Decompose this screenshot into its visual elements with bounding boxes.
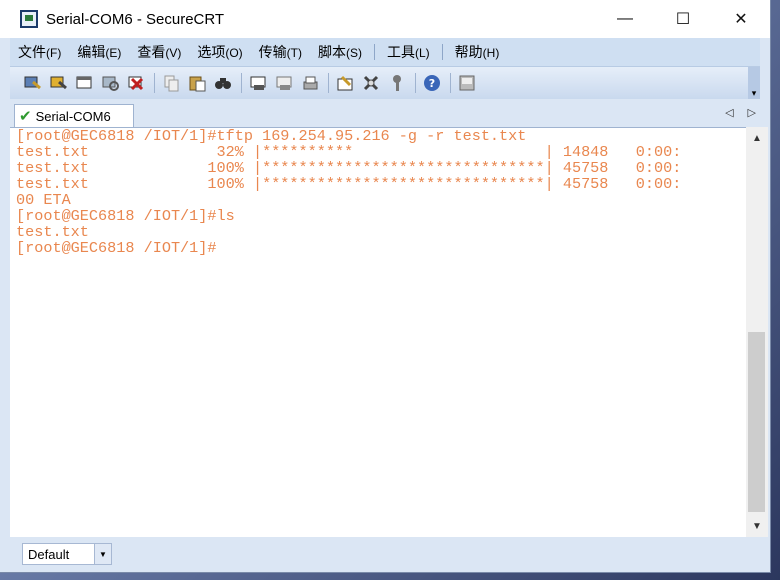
window-controls: — ☐ ✕: [596, 0, 770, 38]
menu-view-accel: (V): [165, 46, 182, 60]
securecrt-window: Serial-COM6 - SecureCRT — ☐ ✕ 文件 (F) 编辑 (E…: [0, 0, 770, 572]
toolbar: ? ▾: [10, 67, 760, 99]
menu-help[interactable]: 帮助 (H): [447, 42, 508, 62]
scroll-up-icon[interactable]: ▲: [746, 129, 768, 147]
chevron-down-icon[interactable]: ▼: [94, 544, 111, 564]
svg-text:?: ?: [429, 77, 435, 90]
title-bar[interactable]: Serial-COM6 - SecureCRT — ☐ ✕: [0, 0, 770, 38]
menu-file-label: 文件: [18, 44, 46, 60]
find-icon[interactable]: [213, 73, 233, 93]
menu-edit-accel: (E): [105, 46, 122, 60]
terminal-line: test.txt 100% |*************************…: [16, 175, 682, 193]
menu-edit-label: 编辑: [77, 44, 106, 60]
tab-navigation: ◁ ▷: [725, 106, 756, 119]
toolbar-overflow-button[interactable]: ▾: [748, 67, 760, 99]
menu-options-label: 选项: [197, 44, 226, 60]
menu-edit[interactable]: 编辑 (E): [69, 42, 129, 62]
button-bar-value: Default: [28, 546, 70, 562]
keymap-icon[interactable]: [387, 73, 407, 93]
quick-connect-icon[interactable]: [48, 73, 68, 93]
scrollbar-thumb[interactable]: [748, 332, 765, 512]
global-options-icon[interactable]: [361, 73, 381, 93]
window-title: Serial-COM6 - SecureCRT: [46, 10, 225, 28]
status-bar: Default ▼: [10, 537, 770, 570]
maximize-button[interactable]: ☐: [654, 0, 712, 38]
terminal-line: 00 ETA: [16, 191, 71, 209]
menu-script-accel: (S): [345, 46, 362, 60]
close-button[interactable]: ✕: [712, 0, 770, 38]
sftp-icon[interactable]: [457, 73, 477, 93]
toolbar-divider: [450, 73, 451, 93]
menu-transfer[interactable]: 传输 (T): [251, 42, 310, 62]
menu-divider: [441, 44, 443, 60]
help-icon[interactable]: ?: [422, 73, 442, 93]
connect-icon[interactable]: [22, 73, 42, 93]
print-screen-icon[interactable]: [248, 73, 268, 93]
print-icon[interactable]: [300, 73, 320, 93]
menu-tools[interactable]: 工具 (L): [379, 42, 438, 62]
menu-script-label: 脚本: [317, 44, 346, 60]
menu-options[interactable]: 选项 (O): [189, 42, 250, 62]
copy-icon[interactable]: [161, 73, 181, 93]
tab-scroll-right-icon[interactable]: ▷: [748, 106, 756, 119]
tab-serial-com6[interactable]: ✔ Serial-COM6: [14, 104, 134, 127]
session-options-icon[interactable]: [335, 73, 355, 93]
session-tab-bar: ✔ Serial-COM6 ◁ ▷: [10, 101, 760, 127]
menu-tools-accel: (L): [414, 46, 430, 60]
menu-file[interactable]: 文件 (F): [10, 42, 69, 62]
toolbar-divider: [328, 73, 329, 93]
menu-options-accel: (O): [225, 46, 243, 60]
tab-scroll-left-icon[interactable]: ◁: [725, 106, 733, 119]
tab-label: Serial-COM6: [35, 108, 111, 124]
button-bar-select[interactable]: Default ▼: [22, 543, 112, 565]
connected-check-icon: ✔: [19, 108, 32, 125]
menu-tools-label: 工具: [386, 44, 415, 60]
menu-bar: 文件 (F) 编辑 (E) 查看 (V) 选项 (O) 传输 (T) 脚本 (S) 工具 (L…: [10, 38, 760, 67]
toolbar-divider: [154, 73, 155, 93]
menu-transfer-accel: (T): [286, 46, 302, 60]
toolbar-divider: [241, 73, 242, 93]
menu-divider: [373, 44, 375, 60]
menu-transfer-label: 传输: [258, 44, 287, 60]
menu-script[interactable]: 脚本 (S): [310, 42, 370, 62]
menu-view[interactable]: 查看 (V): [129, 42, 189, 62]
scroll-down-icon[interactable]: ▼: [746, 517, 768, 535]
reconnect-icon[interactable]: [100, 73, 120, 93]
terminal-line: [root@GEC6818 /IOT/1]#: [16, 239, 217, 257]
paste-icon[interactable]: [187, 73, 207, 93]
terminal-line: test.txt 32% |********** | 14848 0:00:: [16, 143, 682, 161]
chevron-down-icon: ▾: [751, 88, 757, 98]
menu-help-accel: (H): [482, 46, 500, 60]
menu-file-accel: (F): [46, 46, 62, 60]
menu-help-label: 帮助: [454, 44, 483, 60]
terminal-output[interactable]: [root@GEC6818 /IOT/1]#tftp 169.254.95.21…: [10, 127, 746, 538]
toolbar-divider: [415, 73, 416, 93]
menu-view-label: 查看: [137, 44, 166, 60]
terminal-line: [root@GEC6818 /IOT/1]#tftp 169.254.95.21…: [16, 127, 527, 145]
terminal-scrollbar[interactable]: ▲ ▼: [746, 127, 768, 537]
minimize-button[interactable]: —: [596, 0, 654, 38]
connect-tab-icon[interactable]: [74, 73, 94, 93]
print-selection-icon[interactable]: [274, 73, 294, 93]
securecrt-app-icon: [20, 10, 38, 28]
disconnect-icon[interactable]: [126, 73, 146, 93]
terminal-line: [root@GEC6818 /IOT/1]#ls: [16, 207, 235, 225]
terminal-line: test.txt 100% |*************************…: [16, 159, 682, 177]
terminal-line: test.txt: [16, 223, 89, 241]
